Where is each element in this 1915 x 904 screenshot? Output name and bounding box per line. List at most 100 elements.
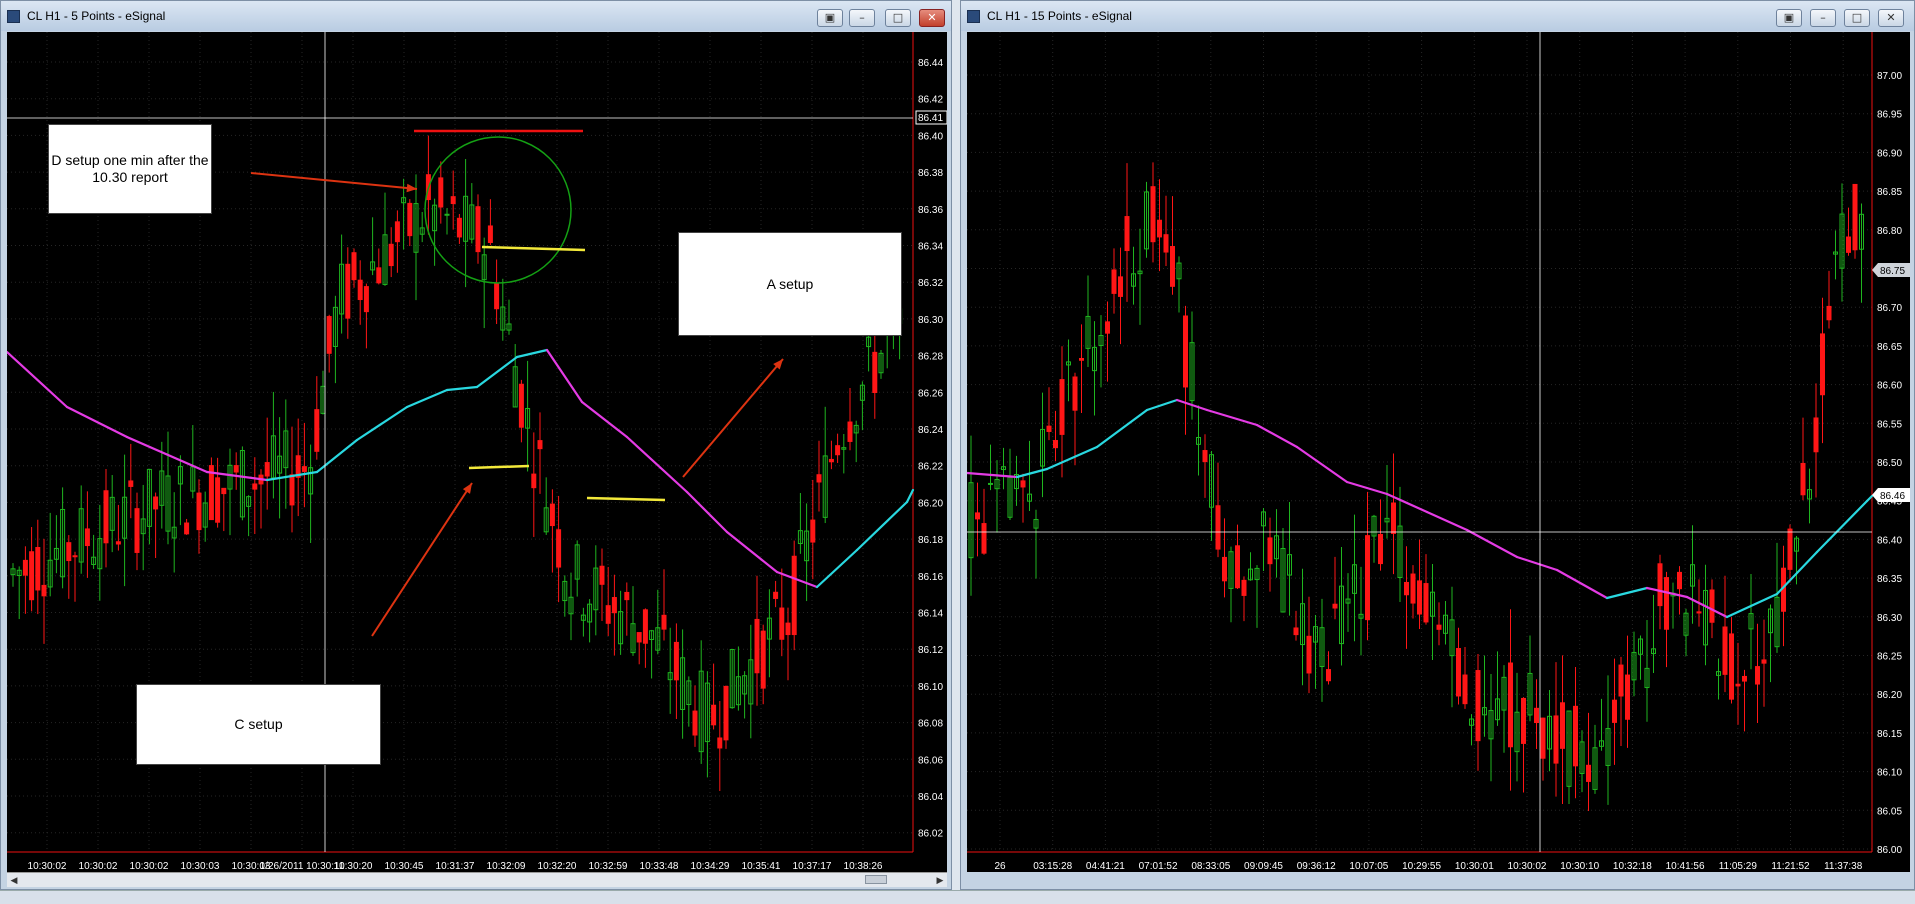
bear-candle (450, 196, 456, 205)
close-button[interactable]: ✕ (919, 9, 945, 27)
bear-candle (661, 614, 667, 630)
bear-candle (1326, 669, 1331, 682)
bear-candle (1677, 571, 1682, 590)
bear-candle (264, 462, 270, 477)
close-button[interactable]: ✕ (1878, 9, 1904, 27)
moving-average-segment (315, 438, 359, 474)
support-line (481, 245, 586, 252)
moving-average-segment (1205, 408, 1259, 427)
time-tick-label: 08:33:05 (1191, 861, 1230, 872)
moving-average-segment (580, 400, 629, 439)
bear-candle (754, 618, 760, 674)
bear-candle (196, 492, 202, 531)
bear-candle (1404, 581, 1409, 596)
bear-candle (1059, 379, 1065, 435)
time-tick-label: 09:36:12 (1297, 861, 1336, 872)
moving-average-segment (815, 548, 859, 589)
right-chart-svg[interactable]: 87.00 86.95 86.90 86.85 86.80 86.75 86.70 86.65… (967, 32, 1910, 872)
price-tick-label: 86.10 (918, 682, 943, 693)
bear-candle (785, 622, 791, 636)
bear-candle (1150, 186, 1156, 243)
left-price-chart[interactable]: 86.44 86.42 86.40 86.38 86.36 86.34 86.32 86.30… (7, 32, 947, 872)
moving-average-segment (1605, 586, 1649, 600)
bear-candle (1709, 589, 1715, 623)
time-tick-label: 10:37:17 (793, 861, 832, 872)
bear-candle (711, 704, 717, 726)
right-window-titlebar[interactable]: CL H1 - 15 Points - eSignal ▣ – □ ✕ (961, 1, 1914, 31)
price-tick-label: 86.25 (1877, 652, 1902, 663)
left-window-titlebar[interactable]: CL H1 - 5 Points - eSignal ▣ – □ ✕ (1, 1, 951, 31)
price-tick-label: 86.16 (918, 572, 943, 583)
price-tick-label: 86.65 (1877, 342, 1902, 353)
bear-candle (981, 523, 987, 554)
left-chart-window[interactable]: CL H1 - 5 Points - eSignal ▣ – □ ✕ 86.44… (0, 0, 952, 890)
price-tick-label: 86.38 (918, 168, 943, 179)
price-tick-label: 87.00 (1877, 71, 1902, 82)
time-tick-label: 10:30:10 (1560, 861, 1599, 872)
minimize-button[interactable]: – (1810, 9, 1836, 27)
scroll-left-icon[interactable]: ◀ (8, 874, 20, 886)
bear-candle (1534, 707, 1539, 724)
bear-candle (1729, 633, 1734, 700)
bear-candle (847, 421, 853, 442)
bear-candle (1787, 528, 1793, 570)
scrollbar-thumb[interactable] (865, 875, 887, 884)
scroll-right-icon[interactable]: ▶ (934, 874, 946, 886)
bear-candle (1820, 333, 1825, 396)
bear-candle (494, 282, 500, 310)
bear-candle (215, 477, 221, 523)
time-tick-label: 10:30:03 (181, 861, 220, 872)
price-tick-label: 86.20 (918, 498, 943, 509)
bear-candle (1391, 502, 1396, 534)
time-tick-label: 10:32:59 (589, 861, 628, 872)
time-tick-label: 10:30:02 (130, 861, 169, 872)
left-horizontal-scrollbar[interactable]: ◀ ▶ (7, 872, 947, 887)
time-tick-label: 10:30:20 (334, 861, 373, 872)
moving-average-segment (355, 405, 409, 442)
c-setup-arrow-head (462, 483, 472, 494)
time-tick-label: 10:30:45 (385, 861, 424, 872)
time-tick-label: 03:15:28 (1033, 861, 1072, 872)
maximize-button[interactable]: □ (885, 9, 911, 27)
right-price-chart[interactable]: 87.00 86.95 86.90 86.85 86.80 86.75 86.70 86.65… (967, 32, 1910, 872)
moving-average-segment (1515, 555, 1559, 572)
bear-candle (289, 474, 295, 506)
bear-candle (394, 221, 400, 243)
moving-average-segment (1095, 408, 1149, 449)
bear-candle (779, 607, 785, 640)
price-tick-label: 86.04 (918, 792, 943, 803)
bear-candle (233, 465, 239, 473)
bear-candle (717, 737, 723, 749)
bear-candle (1826, 305, 1832, 321)
d-setup-arrow (250, 172, 418, 190)
bear-candle (1540, 717, 1546, 759)
time-tick-label: 10:41:56 (1666, 861, 1705, 872)
maximize-button[interactable]: □ (1844, 9, 1870, 27)
window-options-icon[interactable]: ▣ (1776, 9, 1802, 27)
moving-average-segment (1555, 568, 1609, 600)
bear-candle (1046, 425, 1052, 432)
bear-candle (1735, 683, 1741, 687)
bear-candle (773, 591, 779, 599)
price-tick-label: 86.28 (918, 352, 943, 363)
bear-candle (1508, 662, 1513, 748)
bear-candle (1183, 315, 1188, 388)
bear-candle (1657, 563, 1663, 607)
price-tick-label: 86.08 (918, 719, 943, 730)
bear-candle (1235, 545, 1240, 589)
window-options-icon[interactable]: ▣ (817, 9, 843, 27)
bear-candle (1267, 537, 1273, 565)
right-chart-window[interactable]: CL H1 - 15 Points - eSignal ▣ – □ ✕ 87.0… (960, 0, 1915, 890)
moving-average-segment (7, 350, 69, 409)
bear-candle (153, 496, 159, 510)
bear-candle (475, 206, 481, 253)
c-setup-arrow (371, 482, 473, 637)
time-tick-label: 10:30:02 (79, 861, 118, 872)
bear-candle (723, 685, 729, 741)
price-tick-label: 86.14 (918, 609, 943, 620)
bear-candle (1111, 269, 1117, 294)
price-tick-label: 86.85 (1877, 187, 1902, 198)
bear-candle (128, 480, 134, 487)
minimize-button[interactable]: – (849, 9, 875, 27)
moving-average-segment (445, 385, 479, 392)
